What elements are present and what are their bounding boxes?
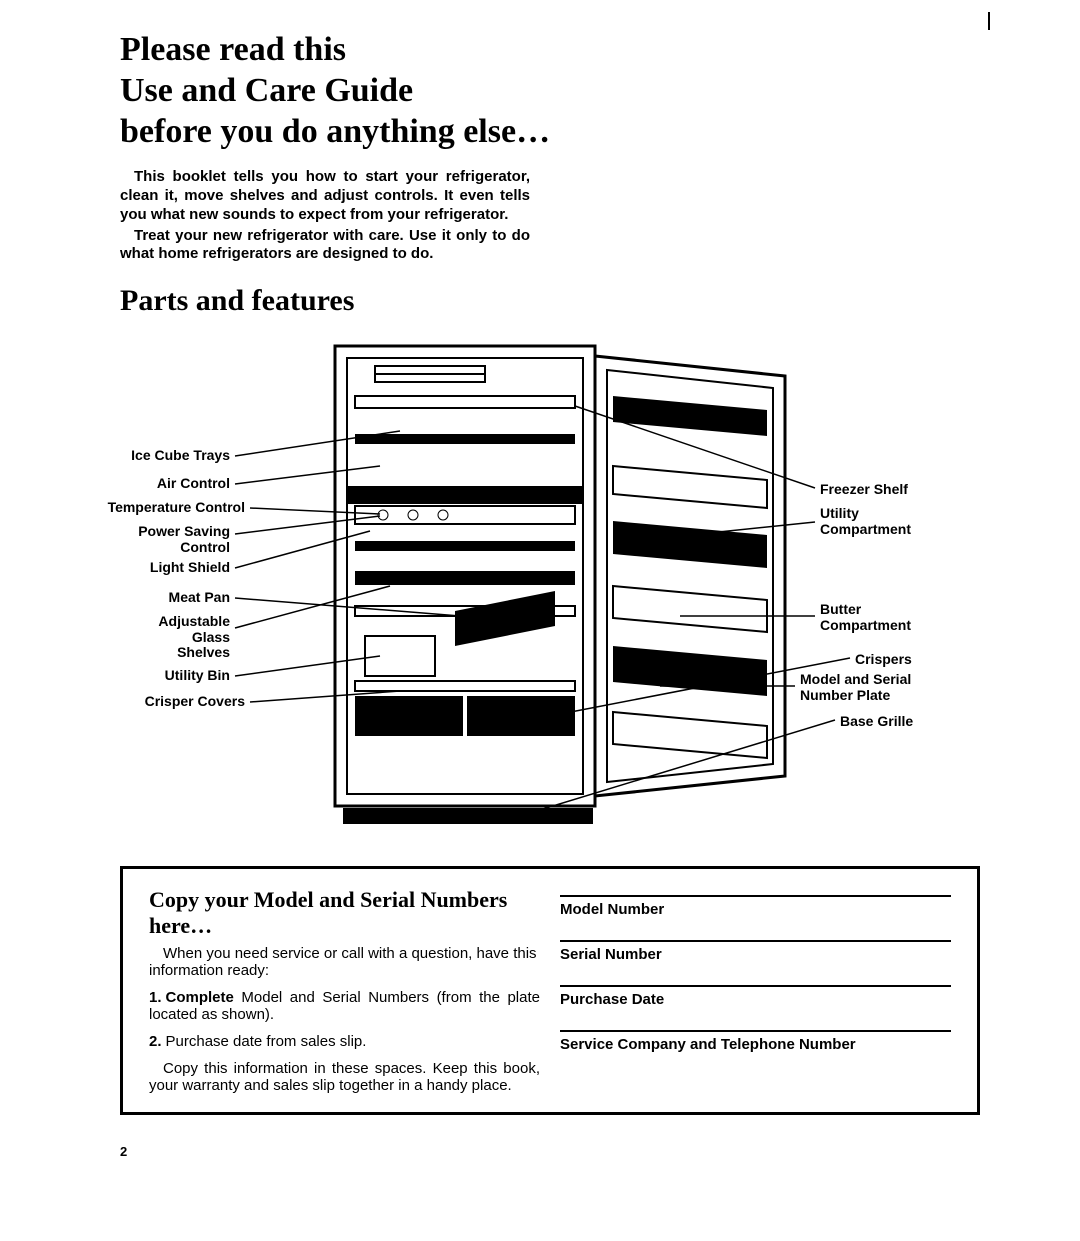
label-power-saving-control: Power SavingControl	[138, 524, 230, 555]
record-fields: Model Number Serial Number Purchase Date…	[560, 895, 951, 1094]
manual-page: Please read thisUse and Care Guidebefore…	[0, 0, 1080, 1135]
refrigerator-illustration	[295, 336, 815, 836]
label-butter-compartment: ButterCompartment	[820, 602, 911, 633]
page-number: 2	[120, 1144, 127, 1159]
record-tail: Copy this information in these spaces. K…	[149, 1060, 540, 1094]
intro-paragraph-2: Treat your new refrigerator with care. U…	[120, 227, 530, 265]
intro-paragraph-1: This booklet tells you how to start your…	[120, 168, 530, 224]
intro-block: This booklet tells you how to start your…	[120, 168, 530, 264]
field-purchase-date: Purchase Date	[560, 985, 951, 1008]
label-base-grille: Base Grille	[840, 714, 913, 729]
label-utility-compartment: UtilityCompartment	[820, 506, 911, 537]
label-light-shield: Light Shield	[150, 560, 230, 575]
label-crisper-covers: Crisper Covers	[145, 694, 245, 709]
scan-mark	[988, 12, 990, 30]
field-service-company: Service Company and Telephone Number	[560, 1030, 951, 1053]
label-crispers: Crispers	[855, 652, 912, 667]
label-meat-pan: Meat Pan	[169, 590, 230, 605]
label-air-control: Air Control	[157, 476, 230, 491]
record-lead: When you need service or call with a que…	[149, 945, 540, 979]
label-freezer-shelf: Freezer Shelf	[820, 482, 908, 497]
label-temperature-control: Temperature Control	[108, 500, 245, 515]
record-instructions: Copy your Model and Serial Numbers here……	[149, 887, 540, 1094]
record-steps: 1.Complete Model and Serial Numbers (fro…	[149, 989, 540, 1050]
label-adjustable-glass-shelves: AdjustableGlassShelves	[158, 614, 230, 660]
label-model-serial-plate: Model and SerialNumber Plate	[800, 672, 911, 703]
parts-heading: Parts and features	[120, 284, 980, 318]
parts-diagram: Ice Cube Trays Air Control Temperature C…	[120, 336, 990, 836]
model-serial-record-box: Copy your Model and Serial Numbers here……	[120, 866, 980, 1115]
record-heading: Copy your Model and Serial Numbers here…	[149, 887, 540, 939]
record-step-2: 2.Purchase date from sales slip.	[149, 1033, 540, 1050]
label-ice-cube-trays: Ice Cube Trays	[131, 448, 230, 463]
field-serial-number: Serial Number	[560, 940, 951, 963]
page-title: Please read thisUse and Care Guidebefore…	[120, 30, 980, 152]
record-step-1: 1.Complete Model and Serial Numbers (fro…	[149, 989, 540, 1023]
field-model-number: Model Number	[560, 895, 951, 918]
label-utility-bin: Utility Bin	[165, 668, 230, 683]
